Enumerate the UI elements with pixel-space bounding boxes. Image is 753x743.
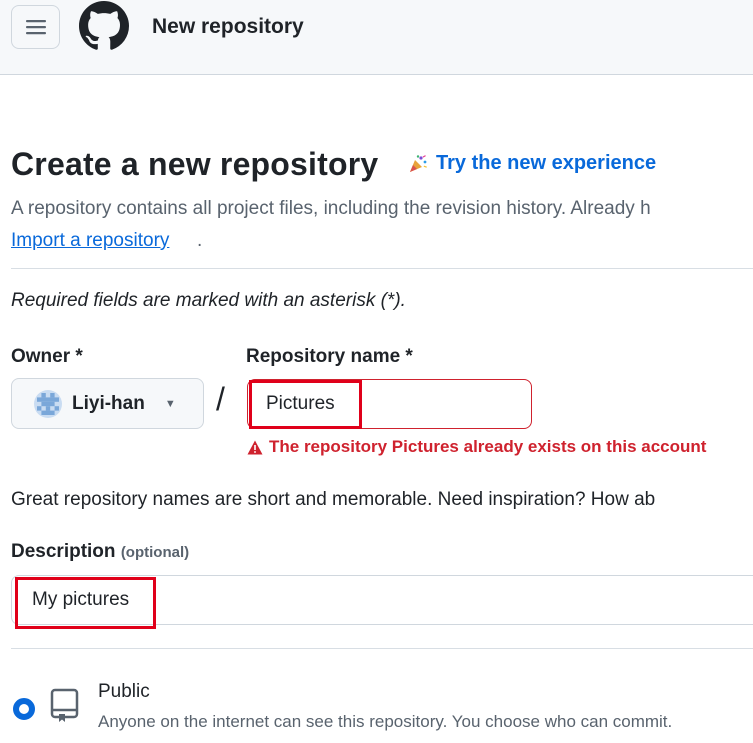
public-radio[interactable] xyxy=(13,698,35,720)
owner-label: Owner * xyxy=(11,346,83,367)
description-input[interactable] xyxy=(11,575,753,625)
owner-repo-separator: / xyxy=(216,381,225,417)
header-title: New repository xyxy=(152,15,304,38)
owner-name: Liyi-han xyxy=(72,392,145,414)
description-label: Description (optional) xyxy=(11,541,189,563)
repository-name-hint: Great repository names are short and mem… xyxy=(11,489,656,510)
intro-text: A repository contains all project files,… xyxy=(11,198,651,219)
menu-button[interactable] xyxy=(11,5,60,49)
repo-icon xyxy=(50,688,79,722)
hamburger-icon xyxy=(25,20,46,35)
description-label-text: Description xyxy=(11,541,116,562)
caret-down-icon: ▼ xyxy=(164,397,176,410)
import-repository-link[interactable]: Import a repository xyxy=(11,230,169,252)
try-new-label: Try the new experience xyxy=(436,152,657,174)
repository-name-input[interactable] xyxy=(247,379,532,429)
divider xyxy=(11,268,753,269)
import-suffix: . xyxy=(197,230,203,251)
repository-name-label: Repository name * xyxy=(246,346,413,367)
owner-dropdown[interactable]: Liyi-han ▼ xyxy=(11,378,204,429)
identicon-icon xyxy=(37,392,59,415)
optional-tag: (optional) xyxy=(120,544,190,561)
divider xyxy=(11,648,753,649)
party-popper-icon xyxy=(410,154,427,172)
public-option-label: Public xyxy=(98,681,150,702)
try-new-experience-link[interactable]: Try the new experience xyxy=(408,152,656,175)
alert-icon xyxy=(247,440,263,454)
page-title: Create a new repository xyxy=(11,146,379,182)
required-fields-note: Required fields are marked with an aster… xyxy=(11,290,406,311)
repository-error-message: The repository Pictures already exists o… xyxy=(247,437,706,457)
avatar xyxy=(34,389,62,418)
repository-error-text: The repository Pictures already exists o… xyxy=(269,437,707,456)
github-logo-icon[interactable] xyxy=(79,1,129,51)
public-option-description: Anyone on the internet can see this repo… xyxy=(98,712,673,731)
top-bar: New repository xyxy=(0,0,753,75)
